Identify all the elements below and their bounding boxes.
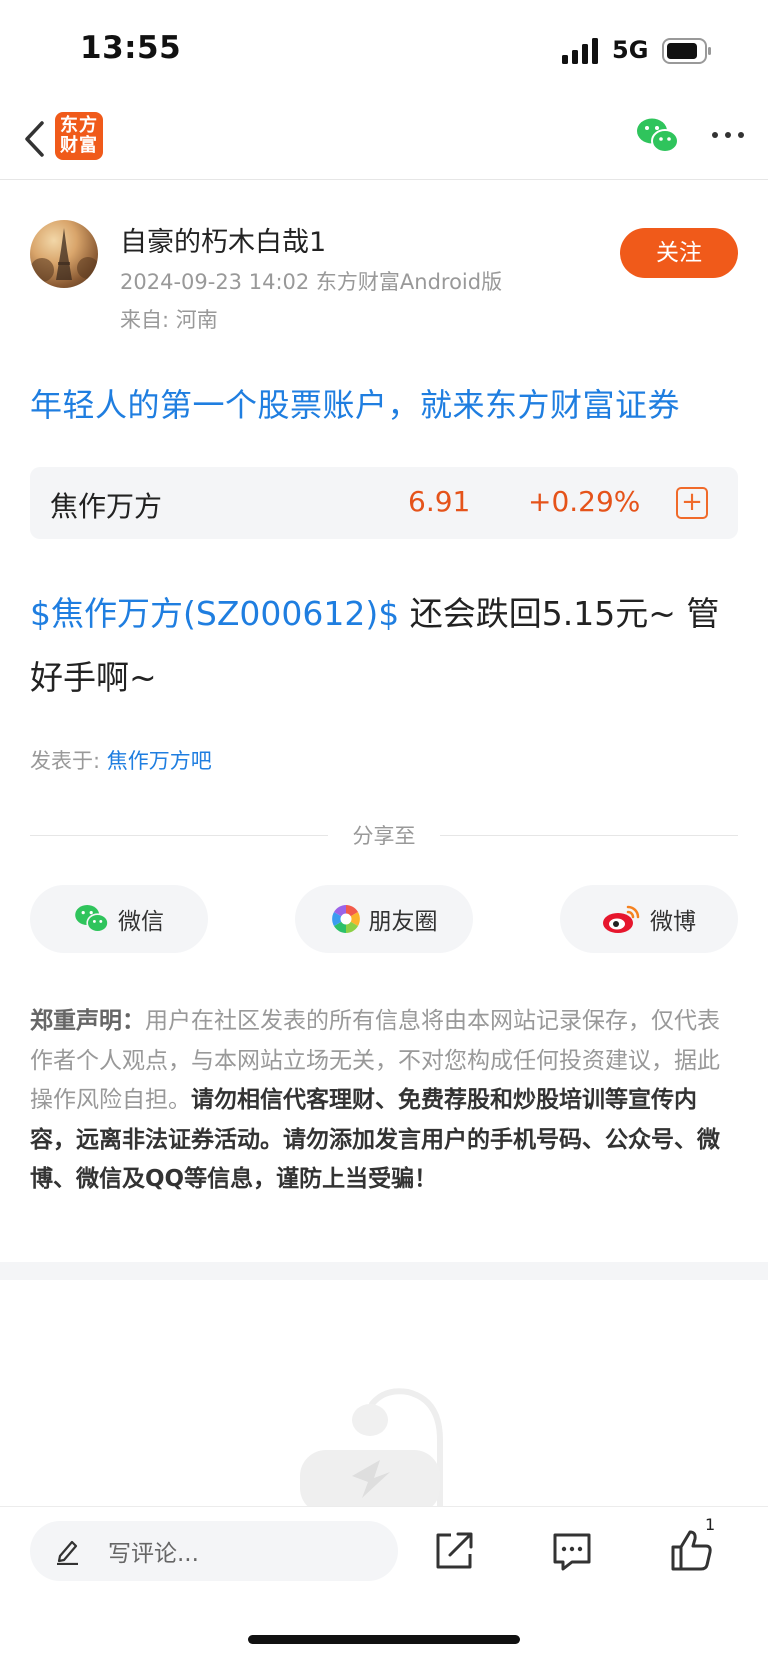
post-content: $焦作万方(SZ000612)$ 还会跌回5.15元~ 管好手啊~ xyxy=(30,582,740,710)
share-moments-button[interactable]: 朋友圈 xyxy=(295,885,473,953)
stock-card[interactable]: 焦作万方 6.91 +0.29% + xyxy=(30,467,738,539)
share-wechat-button[interactable]: 微信 xyxy=(30,885,208,953)
posted-in-label: 发表于: xyxy=(30,749,107,773)
post-location: 来自: 河南 xyxy=(120,308,218,332)
status-bar: 13:55 5G xyxy=(0,0,768,100)
back-arrow-icon xyxy=(25,121,44,157)
posted-in: 发表于: 焦作万方吧 xyxy=(30,745,212,775)
like-count: 1 xyxy=(705,1515,716,1534)
add-watchlist-button[interactable]: + xyxy=(676,487,708,519)
moments-icon xyxy=(331,905,360,933)
wechat-icon[interactable] xyxy=(636,116,680,156)
signal-icon xyxy=(562,38,598,64)
disclaimer-label: 郑重声明： xyxy=(30,1008,145,1034)
wechat-icon xyxy=(75,905,109,933)
weibo-icon xyxy=(603,905,640,933)
share-divider: 分享至 xyxy=(30,820,738,850)
comment-placeholder: 写评论... xyxy=(108,1541,199,1567)
pencil-icon xyxy=(57,1540,78,1565)
share-weibo-label: 微博 xyxy=(650,909,696,935)
home-indicator[interactable] xyxy=(248,1635,520,1644)
share-icon[interactable] xyxy=(432,1529,476,1573)
disclaimer: 郑重声明：用户在社区发表的所有信息将由本网站记录保存，仅代表作者个人观点，与本网… xyxy=(30,1002,740,1200)
comment-input[interactable]: 写评论... xyxy=(30,1521,398,1581)
back-button[interactable] xyxy=(14,114,54,164)
battery-icon xyxy=(662,38,711,64)
network-label: 5G xyxy=(612,36,649,64)
stock-price: 6.91 xyxy=(408,485,471,518)
stock-link[interactable]: $焦作万方(SZ000612)$ xyxy=(30,594,399,633)
bottom-bar: 写评论... 1 xyxy=(0,1506,768,1663)
share-label: 分享至 xyxy=(352,824,416,848)
share-weibo-button[interactable]: 微博 xyxy=(560,885,738,953)
comment-icon[interactable] xyxy=(550,1529,594,1573)
more-button[interactable] xyxy=(708,120,748,150)
section-divider xyxy=(0,1262,768,1280)
status-time: 13:55 xyxy=(80,30,182,66)
app-logo: 东方财富 xyxy=(55,112,103,160)
empty-comments-illustration xyxy=(300,1388,443,1510)
bar-link[interactable]: 焦作万方吧 xyxy=(107,749,212,773)
avatar[interactable] xyxy=(30,220,98,288)
author-name[interactable]: 自豪的朽木白哉1 xyxy=(120,220,326,259)
nav-bar: 东方财富 xyxy=(0,100,768,180)
stock-change: +0.29% xyxy=(528,485,641,518)
post-meta: 2024-09-23 14:02 东方财富Android版 xyxy=(120,270,503,294)
share-wechat-label: 微信 xyxy=(118,909,164,935)
share-moments-label: 朋友圈 xyxy=(368,909,438,935)
promo-link[interactable]: 年轻人的第一个股票账户，就来东方财富证券 xyxy=(30,380,680,426)
avatar-image xyxy=(30,228,98,282)
stock-name: 焦作万方 xyxy=(50,490,163,523)
more-icon xyxy=(712,132,718,138)
follow-button[interactable]: 关注 xyxy=(620,228,738,278)
